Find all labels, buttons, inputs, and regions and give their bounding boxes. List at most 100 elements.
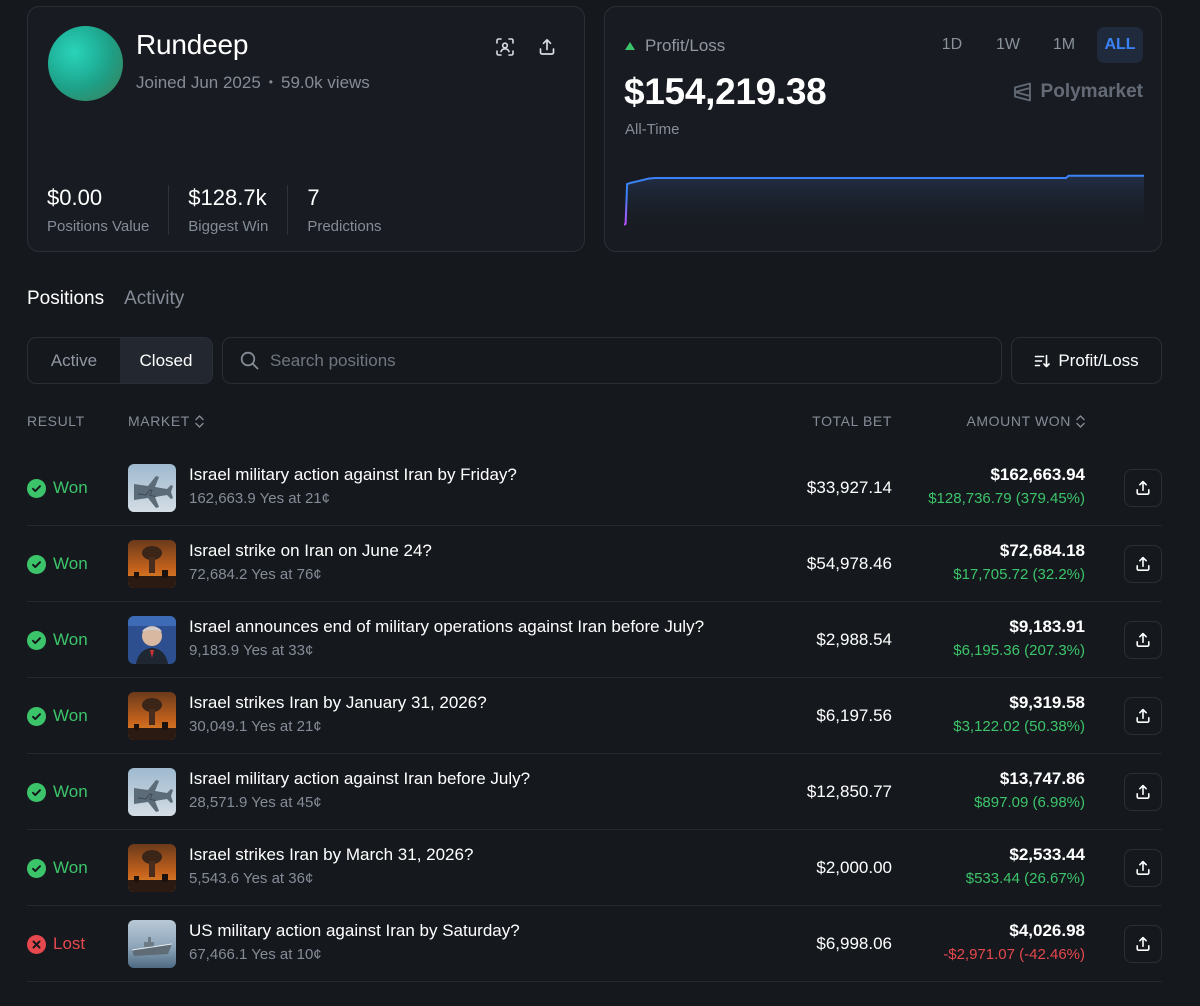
check-circle-icon [27,554,46,574]
stat-biggest-win: $128.7k Biggest Win [168,185,287,235]
market-title[interactable]: Israel military action against Iran befo… [189,769,530,789]
result-badge: Won [27,830,88,906]
share-position-button[interactable] [1124,469,1162,507]
explosion-thumbnail-icon [128,692,176,740]
range-tab-1w[interactable]: 1W [985,27,1031,63]
range-tab-all[interactable]: ALL [1097,27,1143,63]
share-position-button[interactable] [1124,925,1162,963]
sort-button[interactable]: Profit/Loss [1011,337,1162,384]
pnl-chart [624,174,1144,229]
scan-icon [496,38,514,56]
range-tab-1d[interactable]: 1D [929,27,975,63]
filter-active-button[interactable]: Active [28,338,120,383]
market-shares: 67,466.1 Yes at 10¢ [189,946,322,963]
stat-positions-value: $0.00 Positions Value [47,185,168,235]
table-row[interactable]: Won Israel strikes Iran by March 31, 202… [27,830,1162,906]
market-thumbnail[interactable] [128,692,176,740]
sort-label: Profit/Loss [1058,350,1139,370]
total-bet: $6,998.06 [816,934,892,953]
search-input[interactable] [270,350,970,371]
stat-predictions: 7 Predictions [287,185,400,235]
share-position-button[interactable] [1124,773,1162,811]
amount-pnl: $17,705.72 (32.2%) [953,566,1085,583]
table-row[interactable]: Won Israel strikes Iran by January 31, 2… [27,678,1162,754]
result-label: Won [53,782,88,801]
amount-pnl: $6,195.36 (207.3%) [953,642,1085,659]
market-thumbnail[interactable] [128,540,176,588]
market-thumbnail[interactable] [128,768,176,816]
scan-button[interactable] [489,31,521,63]
header-total-bet: TOTAL BET [812,413,892,429]
check-icon [32,788,41,796]
avatar[interactable] [48,26,123,101]
pnl-card: Profit/Loss $154,219.38 All-Time 1D 1W 1… [604,6,1162,252]
amount-won: $72,684.18 [999,541,1085,560]
market-title[interactable]: Israel strike on Iran on June 24? [189,541,432,561]
table-row[interactable]: Lost US military action against Iran by … [27,906,1162,982]
market-title[interactable]: Israel announces end of military operati… [189,617,704,637]
range-tab-1m[interactable]: 1M [1041,27,1087,63]
status-filter: Active Closed [27,337,213,384]
market-thumbnail[interactable] [128,616,176,664]
market-shares: 30,049.1 Yes at 21¢ [189,718,322,735]
market-thumbnail[interactable] [128,844,176,892]
total-bet: $33,927.14 [806,478,892,497]
share-icon [1136,632,1150,648]
range-tabs: 1D 1W 1M ALL [919,27,1143,63]
market-shares: 72,684.2 Yes at 76¢ [189,566,322,583]
header-amount-won[interactable]: AMOUNT WON [966,413,1085,429]
table-row[interactable]: Won Israel military action against Iran … [27,450,1162,526]
profile-meta: Joined Jun 2025 • 59.0k views [136,73,370,93]
joined-date: Joined Jun 2025 [136,73,261,92]
result-label: Won [53,554,88,573]
share-icon [539,38,555,55]
check-circle-icon [27,706,46,726]
result-label: Lost [53,934,86,953]
filter-closed-button[interactable]: Closed [120,338,212,383]
check-icon [32,560,41,568]
share-position-button[interactable] [1124,849,1162,887]
share-position-button[interactable] [1124,621,1162,659]
market-title[interactable]: Israel military action against Iran by F… [189,465,517,485]
market-title[interactable]: Israel strikes Iran by March 31, 2026? [189,845,473,865]
result-label: Won [53,858,88,877]
amount-pnl: $533.44 (26.67%) [965,870,1085,887]
total-bet: $6,197.56 [816,706,892,725]
header-amount-won-label: AMOUNT WON [966,413,1071,429]
share-icon [1136,936,1150,952]
share-position-button[interactable] [1124,697,1162,735]
x-circle-icon [27,934,46,954]
search-box [222,337,1002,384]
market-thumbnail[interactable] [128,920,176,968]
header-result-label: RESULT [27,413,85,429]
check-circle-icon [27,478,46,498]
market-title[interactable]: Israel strikes Iran by January 31, 2026? [189,693,487,713]
result-badge: Won [27,754,88,830]
table-row[interactable]: Won Israel announces end of military ope… [27,602,1162,678]
main-tabs: Positions Activity [27,288,204,310]
amount-won: $9,183.91 [1009,617,1085,636]
share-position-button[interactable] [1124,545,1162,583]
share-profile-button[interactable] [531,31,563,63]
profile-card: Rundeep Joined Jun 2025 • 59.0k views $0.0… [27,6,585,252]
result-badge: Won [27,602,88,678]
table-row[interactable]: Won Israel military action against Iran … [27,754,1162,830]
portrait-thumbnail-icon [128,616,176,664]
market-shares: 5,543.6 Yes at 36¢ [189,870,314,887]
market-title[interactable]: US military action against Iran by Satur… [189,921,520,941]
market-thumbnail[interactable] [128,464,176,512]
header-market[interactable]: MARKET [128,413,204,429]
tab-activity[interactable]: Activity [124,288,184,310]
tab-positions[interactable]: Positions [27,288,104,310]
header-result: RESULT [27,413,85,429]
profile-stats: $0.00 Positions Value $128.7k Biggest Wi… [47,185,401,235]
explosion-thumbnail-icon [128,540,176,588]
amount-won: $2,533.44 [1009,845,1085,864]
table-row[interactable]: Won Israel strike on Iran on June 24? 72… [27,526,1162,602]
check-circle-icon [27,630,46,650]
sort-chevrons-icon [1076,414,1085,428]
jet-thumbnail-icon [128,464,176,512]
amount-won: $13,747.86 [999,769,1085,788]
total-bet: $2,988.54 [816,630,892,649]
result-badge: Won [27,526,88,602]
